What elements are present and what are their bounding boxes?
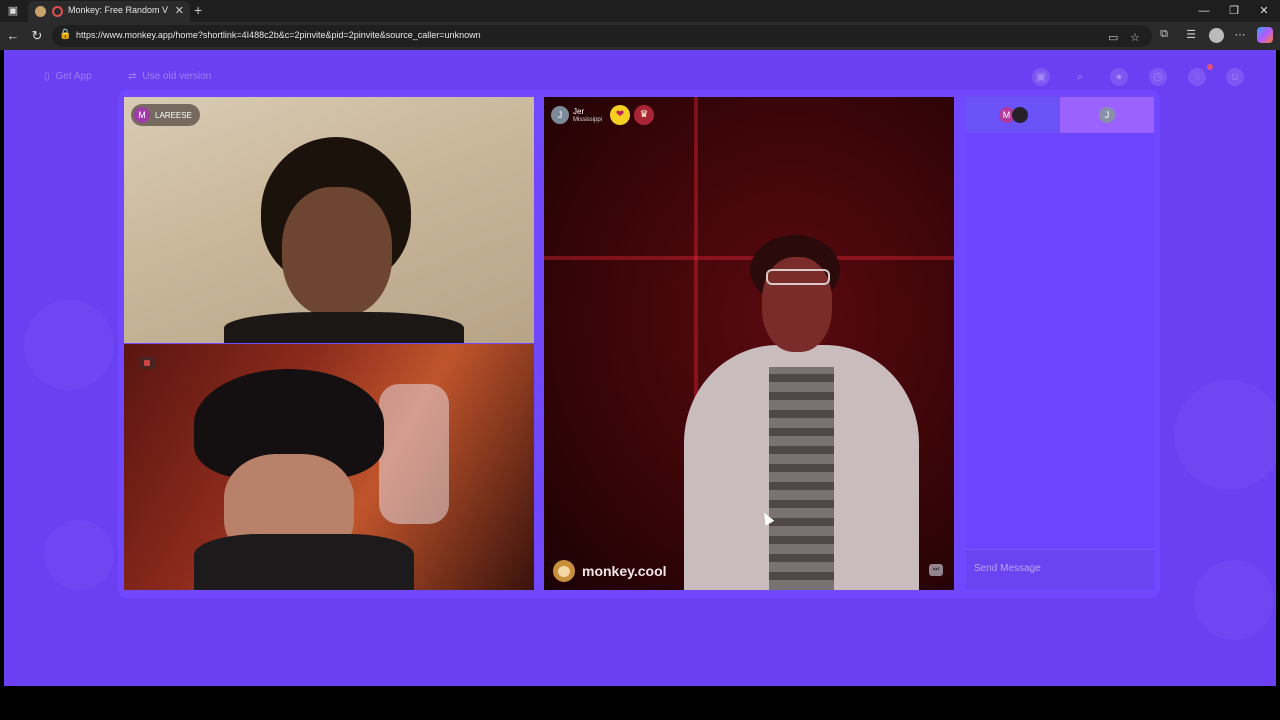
tab-close-icon[interactable]: ✕	[175, 4, 184, 17]
monkey-watermark: monkey.cool	[553, 559, 667, 583]
chat-bubble-icon[interactable]: ◌	[1188, 68, 1206, 86]
url-text[interactable]: https://www.monkey.app/home?shortlink=4I…	[76, 30, 481, 40]
avatar	[1011, 107, 1028, 123]
background-decoration	[1174, 380, 1276, 490]
window-close-icon[interactable]: ✕	[1256, 3, 1272, 19]
skip-icon[interactable]: ⏭	[929, 564, 943, 576]
monkey-logo-icon	[553, 560, 575, 582]
participant-2-location: Mississippi	[573, 116, 603, 123]
video-figure	[224, 312, 464, 343]
lock-icon[interactable]: 🔒	[59, 29, 71, 40]
favorite-star-icon[interactable]: ☆	[1130, 31, 1140, 44]
get-app-button[interactable]: ▯ Get App	[44, 71, 92, 82]
monkey-face-icon[interactable]: ☺	[1226, 68, 1244, 86]
recording-icon	[52, 6, 63, 17]
new-tab-icon[interactable]: +	[194, 2, 202, 18]
video-figure	[282, 187, 392, 317]
participant-2-chip[interactable]: J Jer Mississippi ❤ ♛	[551, 104, 655, 126]
use-old-version-button[interactable]: ⇄ Use old version	[128, 71, 211, 82]
avatar: M	[134, 107, 150, 123]
swap-icon: ⇄	[128, 71, 137, 82]
self-video	[124, 344, 534, 590]
camera-toggle-icon[interactable]	[140, 357, 156, 369]
chat-tabs: M J	[966, 97, 1154, 133]
tab-group-icon	[35, 6, 46, 17]
notification-dot	[1207, 64, 1213, 70]
copilot-icon[interactable]	[1257, 27, 1273, 43]
letterbox-bar	[0, 686, 1280, 720]
chat-panel: M J	[966, 97, 1154, 590]
avatar: J	[1099, 107, 1115, 123]
tab-actions-icon[interactable]: ▣	[5, 3, 21, 19]
participant-1-chip[interactable]: M LAREESE	[131, 104, 200, 126]
browser-tab-strip: ▣ Monkey: Free Random Video ✕ + — ❐ ✕	[0, 0, 1280, 22]
video-figure	[766, 269, 830, 285]
restore-icon[interactable]: ❐	[1226, 3, 1242, 19]
extensions-icon[interactable]: ⧉	[1157, 28, 1171, 41]
message-composer	[966, 549, 1154, 590]
participant-2-name: Jer	[573, 106, 585, 116]
send-message-input[interactable]	[974, 558, 1146, 578]
avatar: J	[551, 106, 569, 124]
tab-title: Monkey: Free Random Video	[68, 5, 168, 15]
video-figure	[769, 367, 834, 590]
address-bar: ← ↻ 🔒 https://www.monkey.app/home?shortl…	[0, 22, 1280, 50]
participant-video-1	[124, 97, 534, 343]
heart-badge-icon: ❤	[610, 105, 631, 125]
get-app-label: Get App	[55, 71, 92, 82]
chat-tab-participant-2[interactable]: J	[1060, 97, 1154, 133]
background-decoration	[1194, 560, 1274, 640]
video-figure	[194, 534, 414, 590]
video-figure	[379, 384, 449, 524]
profile-avatar-icon[interactable]	[1209, 28, 1224, 43]
cast-icon[interactable]: ▭	[1108, 31, 1118, 44]
medal-badge-icon: ♛	[634, 105, 655, 125]
store-icon[interactable]: ▣	[1032, 68, 1050, 86]
phone-icon: ▯	[44, 71, 50, 82]
watermark-text: monkey.cool	[582, 563, 667, 579]
avatar-icon[interactable]: ●	[1110, 68, 1128, 86]
chat-tab-participant-1[interactable]: M	[966, 97, 1060, 133]
favorites-icon[interactable]: ☰	[1184, 28, 1198, 41]
more-options-icon[interactable]: ⋯	[1233, 28, 1247, 41]
search-icon[interactable]: ⌕	[1071, 68, 1089, 86]
history-icon[interactable]: ◷	[1149, 68, 1167, 86]
url-field[interactable]: 🔒 https://www.monkey.app/home?shortlink=…	[52, 25, 1152, 47]
minimize-icon[interactable]: —	[1196, 3, 1212, 19]
browser-tab[interactable]: Monkey: Free Random Video ✕	[28, 1, 190, 22]
use-old-version-label: Use old version	[142, 71, 212, 82]
participant-video-2	[544, 97, 954, 590]
refresh-icon[interactable]: ↻	[29, 28, 45, 44]
background-decoration	[44, 520, 114, 590]
participant-1-name: LAREESE	[155, 110, 192, 120]
background-decoration	[24, 300, 114, 390]
back-icon[interactable]: ←	[5, 28, 21, 43]
